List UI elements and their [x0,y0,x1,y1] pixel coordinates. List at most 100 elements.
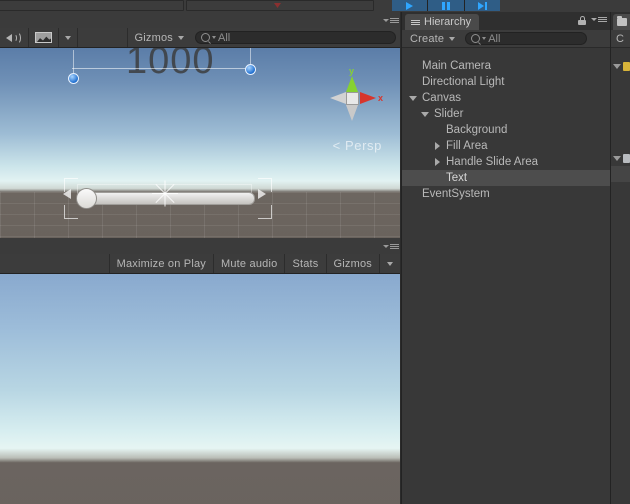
hierarchy-item-label: EventSystem [422,188,490,200]
play-icon [406,1,414,10]
hierarchy-item-label: Handle Slide Area [446,156,539,168]
toolbar-tools-group[interactable] [0,0,184,11]
step-button[interactable] [464,0,500,11]
chevron-down-icon [65,35,71,40]
hierarchy-item-fill-area[interactable]: Fill Area [402,138,610,154]
game-view-panel: Maximize on Play Mute audio Stats Gizmos… [0,238,400,504]
project-create-label: C [616,32,625,45]
project-row-assets[interactable] [611,58,630,74]
scene-effects-icon [35,32,52,43]
hierarchy-item-canvas[interactable]: Canvas [402,90,610,106]
game-view-tabbar[interactable] [0,238,400,254]
panel-menu-icon[interactable] [383,16,399,25]
chevron-down-icon[interactable] [408,95,418,101]
scene-effects-dropdown[interactable] [59,28,78,47]
rect-handle-bottom-right[interactable] [258,205,272,219]
main-toolbar [0,0,630,12]
hierarchy-item-label: Background [446,124,508,136]
scene-effects-button[interactable] [29,28,59,47]
chevron-down-icon [482,37,487,40]
gizmo-axis-y-positive[interactable] [346,76,358,92]
lock-icon[interactable] [578,16,586,25]
tab-project[interactable] [613,14,630,30]
gizmo-x-label: x [378,93,384,103]
scene-gizmos-dropdown[interactable]: Gizmos [126,28,191,47]
play-button[interactable] [392,0,429,11]
project-row-packages[interactable] [611,150,630,166]
unity-editor-window: Gizmos All 1000 y x < Persp Maximize on … [0,0,630,504]
rect-resize-arrow-left[interactable] [63,189,71,199]
pause-button[interactable] [428,0,465,11]
rect-handle-bottom-left[interactable] [64,205,78,219]
hierarchy-item-handle-slide-area[interactable]: Handle Slide Area [402,154,610,170]
create-label: Create [410,32,445,45]
scene-view-panel: Gizmos All 1000 y x < Persp [0,12,400,238]
hierarchy-search-value: All [488,32,501,45]
hierarchy-item-text[interactable]: Text [402,170,610,186]
chevron-right-icon[interactable] [432,158,442,166]
hierarchy-item-slider[interactable]: Slider [402,106,610,122]
maximize-on-play-toggle[interactable]: Maximize on Play [108,254,213,273]
search-icon [201,33,210,42]
hierarchy-search-input[interactable]: All [465,32,588,45]
gizmo-y-label: y [349,66,355,76]
hierarchy-menu-icon[interactable] [591,17,607,22]
hierarchy-item-main-camera[interactable]: Main Camera [402,58,610,74]
scene-projection-label[interactable]: < Persp [333,138,382,153]
mute-audio-toggle[interactable]: Mute audio [213,254,284,273]
scene-orientation-gizmo[interactable]: y x [318,66,384,130]
scene-view-toolbar: Gizmos All [0,28,400,48]
chevron-down-icon [178,35,184,40]
hierarchy-panel: Hierarchy Create All Main Camera Directio… [401,12,610,504]
chevron-right-icon[interactable] [432,142,442,150]
canvas-corner-handle[interactable] [68,73,79,84]
hierarchy-item-eventsystem[interactable]: EventSystem [402,186,610,202]
scene-search-input[interactable]: All [195,31,396,44]
chevron-down-icon[interactable] [613,63,621,69]
play-controls [392,0,500,11]
game-gizmos-dropdown[interactable] [379,254,400,273]
chevron-down-icon [449,36,456,41]
chevron-down-icon[interactable] [420,111,430,117]
panel-menu-icon[interactable] [383,242,399,251]
chevron-down-icon [212,36,216,39]
scene-gizmos-label: Gizmos [134,31,173,44]
scene-view-tabbar[interactable] [0,12,400,28]
project-tree [611,49,630,504]
scene-slider-handle[interactable] [76,188,97,209]
folder-icon [617,16,627,26]
hierarchy-item-directional-light[interactable]: Directional Light [402,74,610,90]
hierarchy-tab-label: Hierarchy [424,16,472,28]
project-row-selected[interactable] [611,166,630,182]
stats-toggle[interactable]: Stats [284,254,325,273]
gizmo-axis-x-positive[interactable] [360,92,376,104]
maximize-on-play-label: Maximize on Play [116,257,206,270]
project-panel: C [610,12,630,504]
stats-label: Stats [292,257,319,270]
step-icon [477,1,487,10]
rect-resize-arrow-right[interactable] [258,189,266,199]
gizmo-axis-y-negative[interactable] [346,105,358,121]
create-button[interactable]: Create [402,30,461,47]
hierarchy-item-label: Main Camera [422,60,492,72]
canvas-handle-stem [250,48,251,65]
game-gizmos-button[interactable]: Gizmos [325,254,379,273]
game-viewport[interactable] [0,274,400,504]
toolbar-pivot-group[interactable] [186,0,374,11]
hierarchy-item-label: Canvas [422,92,461,104]
chevron-down-icon[interactable] [613,155,621,161]
hierarchy-toolbar: Create All [402,30,610,48]
tab-hierarchy[interactable]: Hierarchy [405,14,480,30]
hierarchy-item-label: Slider [434,108,464,120]
pivot-handle-icon[interactable] [152,180,178,207]
chevron-down-icon [387,261,393,266]
gizmo-center-cube[interactable] [346,92,359,105]
assets-folder-icon [623,61,630,71]
canvas-corner-handle[interactable] [245,64,256,75]
scene-text-object[interactable]: 1000 [126,48,215,83]
hierarchy-item-background[interactable]: Background [402,122,610,138]
gizmo-axis-x-negative[interactable] [330,92,346,104]
scene-viewport[interactable]: 1000 y x < Persp [0,48,400,238]
search-icon [471,34,481,43]
scene-mute-audio-button[interactable] [0,28,29,47]
